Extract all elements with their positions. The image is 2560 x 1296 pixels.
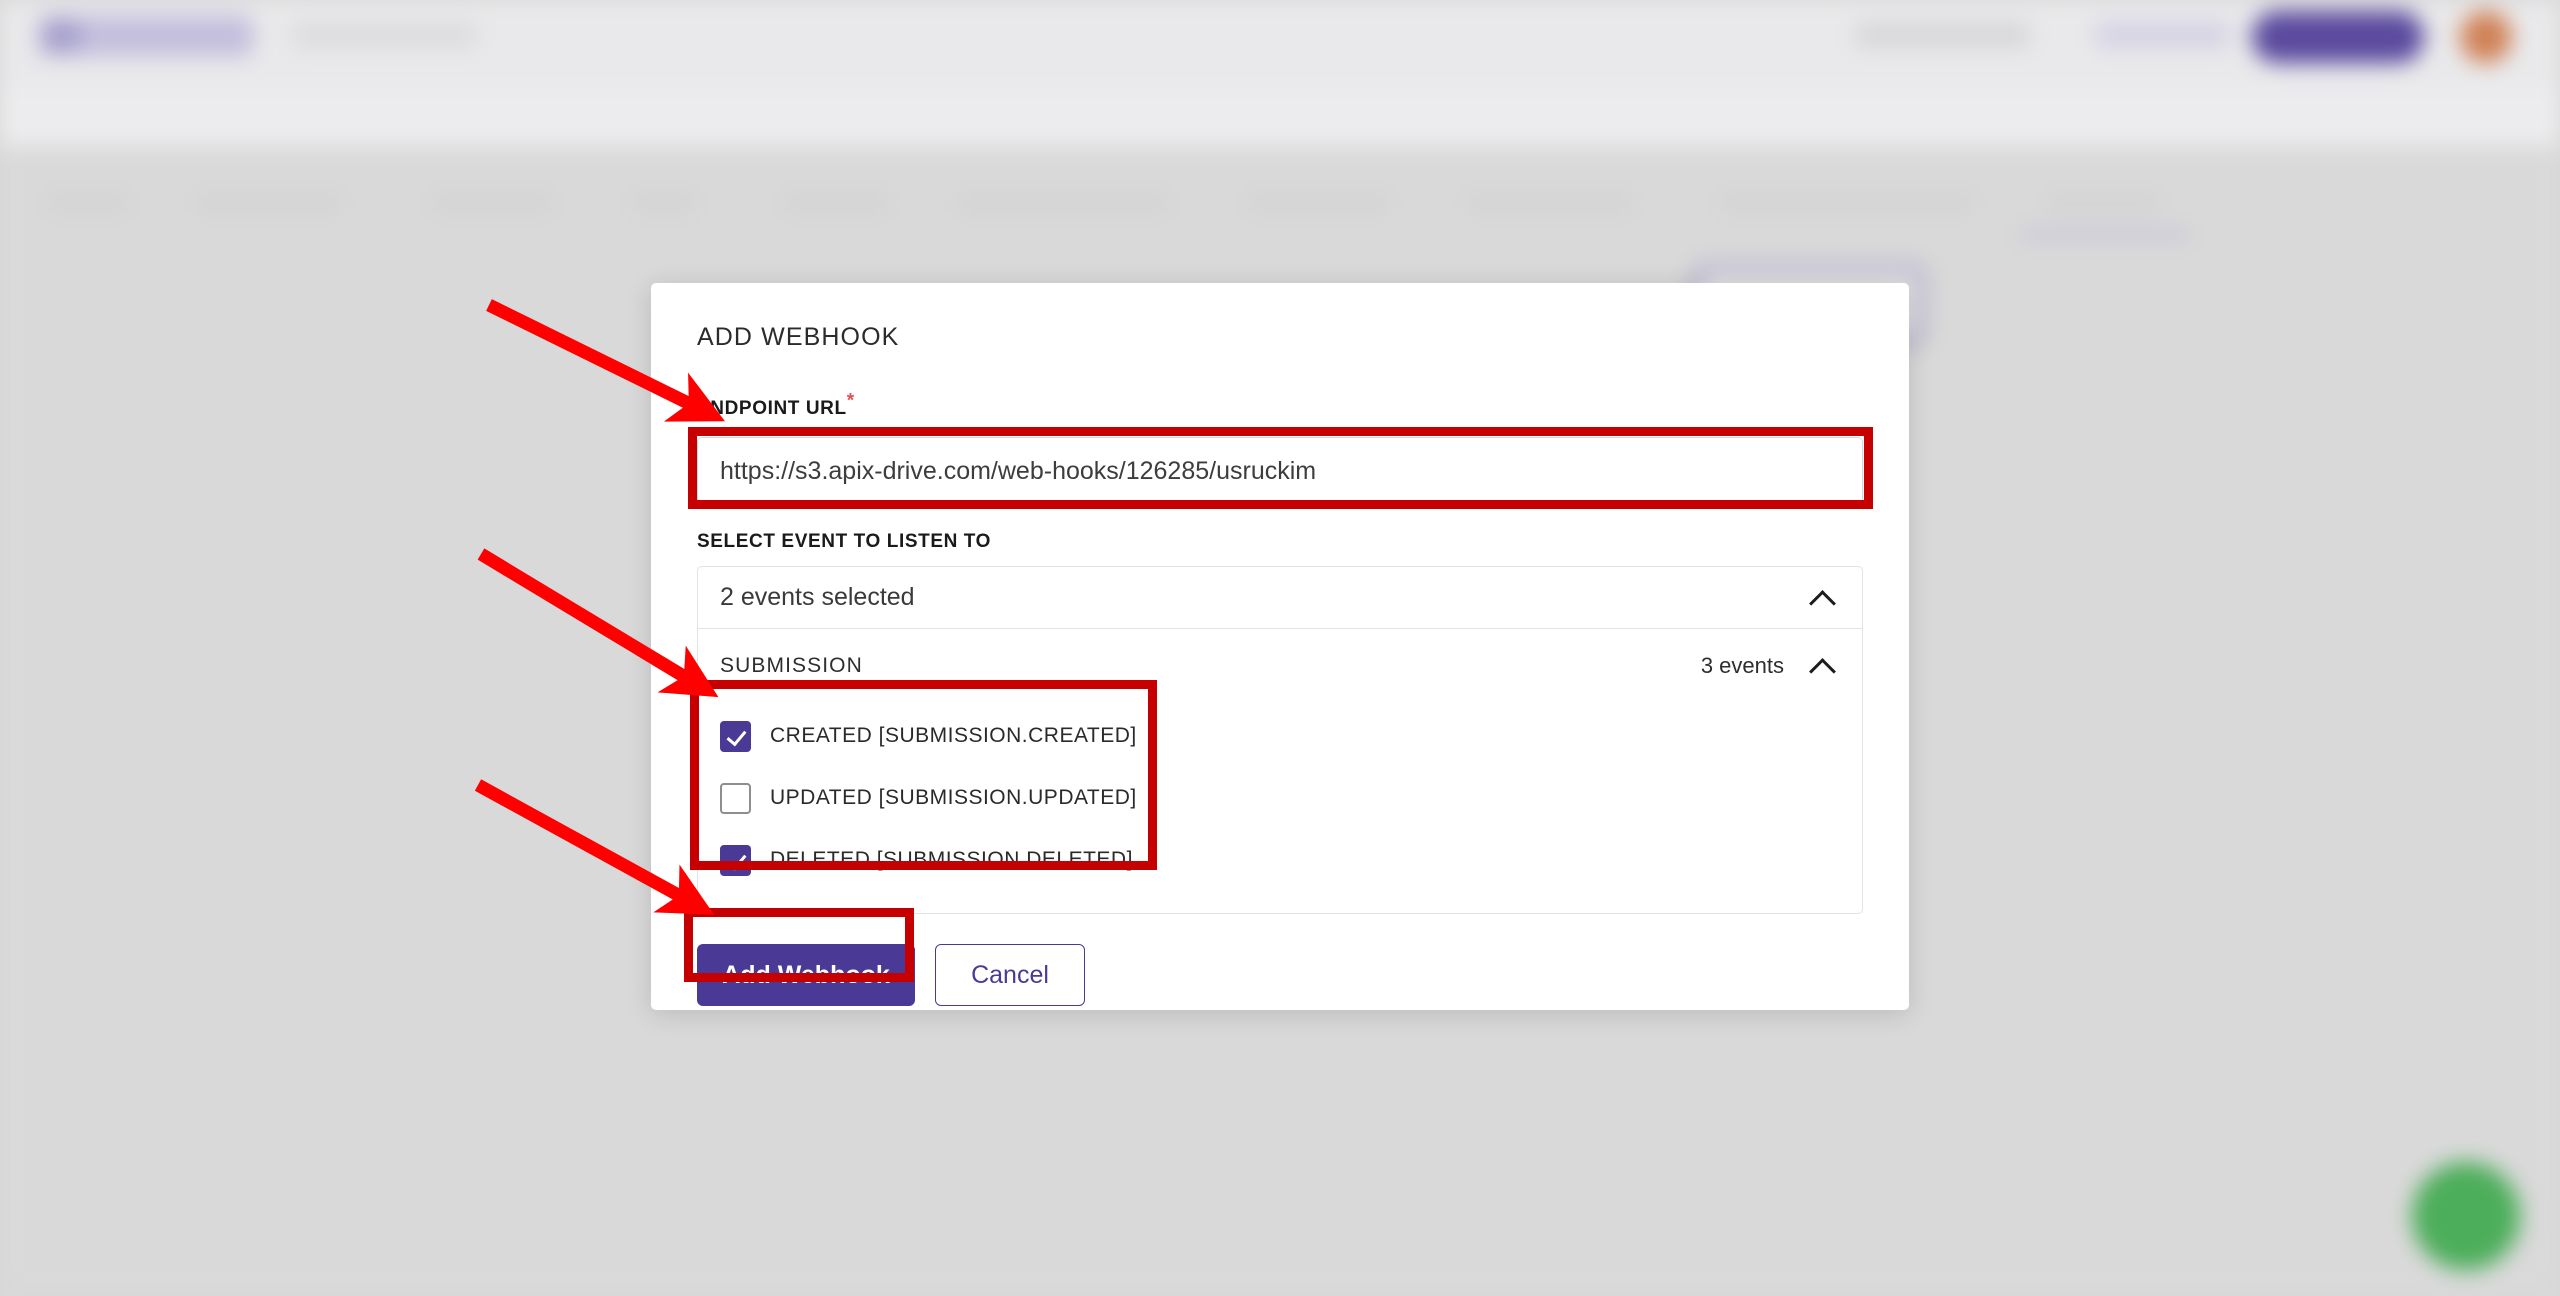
endpoint-url-label-text: ENDPOINT URL — [697, 398, 847, 419]
chevron-up-icon — [1810, 590, 1836, 606]
endpoint-url-label: ENDPOINT URL* — [697, 392, 1863, 420]
endpoint-url-input[interactable] — [697, 437, 1863, 505]
header-link-secondary[interactable] — [2095, 22, 2230, 48]
event-checkbox-list: CREATED [SUBMISSION.CREATED] UPDATED [SU… — [698, 697, 1862, 897]
header-link-primary[interactable] — [1855, 22, 2030, 48]
tab-6[interactable] — [958, 192, 1168, 214]
breadcrumb[interactable] — [292, 22, 477, 48]
tab-3[interactable] — [432, 192, 552, 214]
event-group-header-submission[interactable]: SUBMISSION 3 events — [698, 629, 1862, 697]
tab-8[interactable] — [1468, 192, 1633, 214]
tab-5[interactable] — [784, 192, 889, 214]
event-label: DELETED [SUBMISSION.DELETED] — [770, 848, 1133, 871]
checkbox-checked-icon[interactable] — [720, 844, 751, 876]
tab-4[interactable] — [634, 192, 694, 214]
event-group-name: SUBMISSION — [720, 654, 863, 677]
logo-mark-icon — [44, 20, 80, 52]
required-asterisk-icon: * — [846, 390, 855, 412]
header-cta-button[interactable] — [2252, 11, 2424, 63]
event-row-created[interactable]: CREATED [SUBMISSION.CREATED] — [720, 705, 1862, 767]
event-label: UPDATED [SUBMISSION.UPDATED] — [770, 786, 1137, 809]
event-dropdown-panel: SUBMISSION 3 events CREATED [SUBMISSION.… — [697, 629, 1863, 914]
tab-1[interactable] — [48, 192, 128, 214]
avatar[interactable] — [2460, 11, 2512, 63]
event-select-toggle[interactable]: 2 events selected — [697, 566, 1863, 629]
checkbox-unchecked-icon[interactable] — [720, 782, 751, 814]
modal-actions: Add Webhook Cancel — [697, 914, 1863, 1006]
tab-7[interactable] — [1248, 192, 1388, 214]
background-tab-bar — [0, 88, 2560, 237]
event-group-count: 3 events — [1700, 653, 1784, 678]
select-event-label: SELECT EVENT TO LISTEN TO — [697, 531, 992, 552]
event-row-deleted[interactable]: DELETED [SUBMISSION.DELETED] — [720, 829, 1862, 891]
tab-10-active[interactable] — [2048, 192, 2158, 214]
event-label: CREATED [SUBMISSION.CREATED] — [770, 724, 1137, 747]
chevron-up-icon — [1810, 658, 1836, 674]
tab-2[interactable] — [197, 192, 340, 214]
cancel-button[interactable]: Cancel — [935, 944, 1085, 1006]
event-select-summary: 2 events selected — [720, 583, 915, 611]
add-webhook-modal: ADD WEBHOOK ENDPOINT URL* SELECT EVENT T… — [651, 283, 1909, 1010]
event-row-updated[interactable]: UPDATED [SUBMISSION.UPDATED] — [720, 767, 1862, 829]
checkbox-checked-icon[interactable] — [720, 720, 751, 752]
modal-title: ADD WEBHOOK — [697, 323, 900, 351]
background-header — [0, 0, 2560, 88]
add-webhook-button[interactable]: Add Webhook — [697, 944, 915, 1006]
chat-support-fab-icon[interactable] — [2412, 1162, 2520, 1270]
active-tab-underline — [2020, 232, 2190, 237]
tab-9[interactable] — [1722, 192, 1972, 214]
